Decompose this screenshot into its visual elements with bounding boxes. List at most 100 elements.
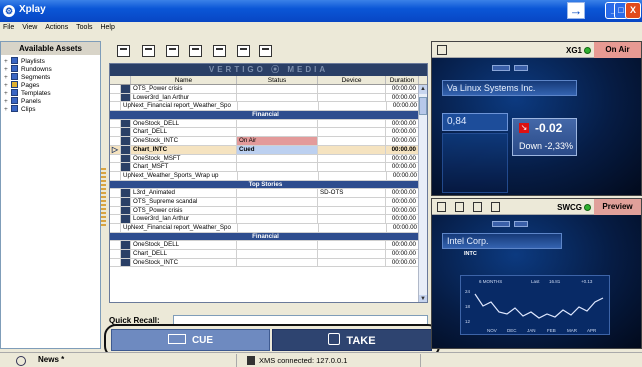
- table-row[interactable]: UpNext_Weather_Sports_Wrap up 00:00.00: [110, 171, 427, 181]
- price-box: 0,84: [442, 113, 508, 131]
- cell-device: [319, 171, 387, 180]
- row-marker: [110, 163, 121, 171]
- tree-item-panels[interactable]: + Panels: [1, 97, 100, 105]
- table-row[interactable]: Chart_DELL 00:00.00: [110, 128, 427, 138]
- table-row[interactable]: L3rd_Animated SD-OTS 00:00.00: [110, 189, 427, 198]
- company-bar: Va Linux Systems Inc.: [442, 80, 577, 96]
- tree-item-label: Segments: [21, 74, 51, 81]
- panel-splitter[interactable]: [101, 168, 106, 226]
- save-as-icon[interactable]: [189, 45, 202, 57]
- new-playlist-icon[interactable]: [117, 45, 130, 57]
- cell-duration: 00:00.00: [387, 224, 420, 232]
- news-icon[interactable]: [16, 356, 26, 366]
- cell-status: [237, 154, 318, 163]
- table-row[interactable]: OneStock_INTC On Air 00:00.00: [110, 137, 427, 146]
- menu-tools[interactable]: Tools: [73, 22, 95, 33]
- cell-status: [238, 102, 319, 111]
- restore-arrow-button[interactable]: →: [567, 2, 585, 19]
- tree-item-clips[interactable]: + Clips: [1, 105, 100, 113]
- cell-duration: 00:00.00: [386, 85, 419, 93]
- company-bar: Intel Corp.: [442, 233, 562, 249]
- table-row[interactable]: ▷ Chart_INTC Cued 00:00.00: [110, 145, 427, 155]
- table-row[interactable]: UpNext_Financial report_Weather_Spo 00:00…: [110, 102, 427, 112]
- table-row[interactable]: OneStock_DELL 00:00.00: [110, 241, 427, 251]
- table-row[interactable]: OTS_Power crisis 00:00.00: [110, 85, 427, 94]
- copy-icon[interactable]: [473, 202, 482, 212]
- section-row[interactable]: Financial: [110, 232, 427, 242]
- grid-rows: OTS_Power crisis 00:00.00 Lower3rd_Ian Art…: [110, 85, 427, 268]
- cell-device: [318, 163, 386, 171]
- header-name[interactable]: Name: [131, 76, 237, 84]
- cell-name: OneStock_DELL: [131, 241, 237, 250]
- cell-status: [237, 93, 318, 102]
- header-duration[interactable]: Duration: [386, 76, 419, 84]
- cell-name: UpNext_Weather_Sports_Wrap up: [121, 171, 238, 180]
- chart-line-svg: [474, 293, 604, 319]
- row-handle: [121, 189, 131, 197]
- hand-icon[interactable]: [455, 202, 464, 212]
- tree-item-rundowns[interactable]: + Rundowns: [1, 65, 100, 73]
- table-row[interactable]: Lower3rd_Ian Arthur 00:00.00: [110, 215, 427, 224]
- cell-status: [237, 206, 318, 215]
- tree-item-templates[interactable]: + Templates: [1, 89, 100, 97]
- tree-item-playlists[interactable]: + Playlists: [1, 57, 100, 65]
- row-handle: [121, 250, 131, 258]
- news-status[interactable]: News *: [38, 355, 64, 364]
- section-row[interactable]: Financial: [110, 111, 427, 120]
- x-tick: MAR: [567, 328, 577, 333]
- scroll-thumb[interactable]: [419, 97, 427, 115]
- cued-marker-icon: ▷: [110, 145, 121, 154]
- onair-pane-header: XG1 On Air: [432, 42, 641, 58]
- table-row[interactable]: OTS_Supreme scandal 00:00.00: [110, 197, 427, 207]
- edit-icon[interactable]: [491, 202, 500, 212]
- row-marker: [110, 154, 121, 163]
- menu-file[interactable]: File: [0, 22, 17, 33]
- table-row[interactable]: UpNext_Financial report_Weather_Spo 00:00…: [110, 224, 427, 233]
- scroll-down-icon[interactable]: ▼: [419, 295, 427, 302]
- copy-icon[interactable]: [213, 45, 226, 57]
- cell-name: OneStock_INTC: [131, 137, 237, 145]
- row-marker: [110, 85, 121, 93]
- cell-status: [237, 119, 318, 128]
- table-row[interactable]: Chart_MSFT 00:00.00: [110, 163, 427, 172]
- save-icon[interactable]: [166, 45, 179, 57]
- preview-pane-header: SWCG Preview: [432, 199, 641, 215]
- xms-status: XMS connected: 127.0.0.1: [259, 356, 348, 365]
- tree-item-segments[interactable]: + Segments: [1, 73, 100, 81]
- menu-actions[interactable]: Actions: [42, 22, 71, 33]
- table-row[interactable]: OneStock_DELL 00:00.00: [110, 119, 427, 129]
- save-icon[interactable]: [437, 202, 446, 212]
- tree-item-label: Playlists: [21, 58, 45, 65]
- header-device[interactable]: Device: [318, 76, 386, 84]
- open-folder-icon[interactable]: [142, 45, 155, 57]
- table-row[interactable]: OneStock_MSFT 00:00.00: [110, 154, 427, 164]
- edit-icon[interactable]: [437, 45, 447, 55]
- properties-icon[interactable]: [259, 45, 272, 57]
- scroll-up-icon[interactable]: ▲: [419, 85, 427, 94]
- header-status[interactable]: Status: [237, 76, 318, 84]
- onair-source: XG1: [566, 46, 591, 55]
- cell-device: [318, 206, 386, 215]
- table-row[interactable]: Lower3rd_Ian Arthur 00:00.00: [110, 93, 427, 103]
- cell-duration: 00:00.00: [386, 128, 419, 137]
- cell-status: [237, 197, 318, 206]
- section-row[interactable]: Top Stories: [110, 180, 427, 190]
- menu-help[interactable]: Help: [97, 22, 117, 33]
- cell-duration: 00:00.00: [386, 241, 419, 250]
- grid-scrollbar[interactable]: ▲ ▼: [418, 85, 427, 302]
- onair-source-label: XG1: [565, 46, 582, 55]
- close-button[interactable]: X: [625, 2, 641, 19]
- app-icon: ⚙: [3, 5, 15, 17]
- table-row[interactable]: Chart_DELL 00:00.00: [110, 250, 427, 259]
- table-row[interactable]: OTS_Power crisis 00:00.00: [110, 206, 427, 216]
- template-icon: [11, 89, 18, 96]
- table-row[interactable]: OneStock_INTC 00:00.00: [110, 258, 427, 268]
- menu-view[interactable]: View: [19, 22, 40, 33]
- list-icon[interactable]: [237, 45, 250, 57]
- cell-device: [319, 224, 387, 232]
- stock-chart: 6 MONTHS Last 16.81 +0.13 24 18 12 NOV D…: [460, 275, 610, 335]
- cell-name: Lower3rd_Ian Arthur: [131, 215, 237, 223]
- cell-status: [237, 128, 318, 137]
- onair-badge: On Air: [594, 42, 641, 58]
- tree-item-pages[interactable]: + Pages: [1, 81, 100, 89]
